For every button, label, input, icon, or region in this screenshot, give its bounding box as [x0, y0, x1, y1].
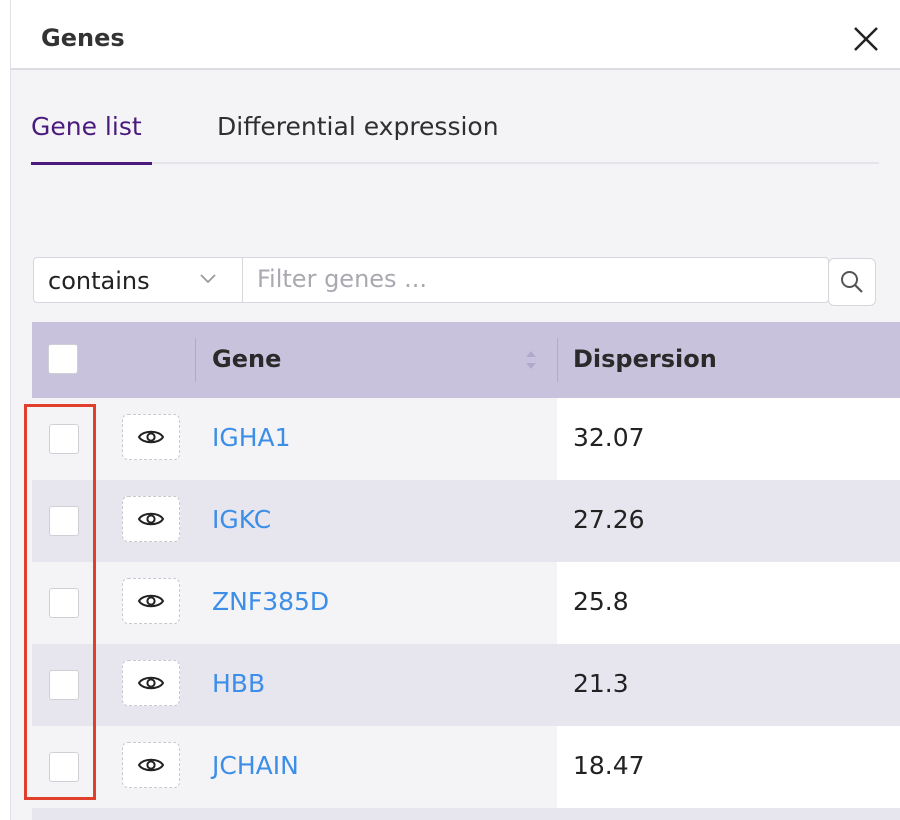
table-row-partial	[32, 808, 900, 820]
column-divider	[557, 338, 558, 382]
view-gene-button[interactable]	[122, 660, 180, 706]
gene-name-link[interactable]: IGKC	[212, 505, 271, 534]
dispersion-value: 25.8	[573, 587, 629, 616]
search-icon	[841, 271, 863, 293]
dispersion-value: 21.3	[573, 669, 629, 698]
gene-filter-input[interactable]	[243, 258, 825, 300]
gene-name-link[interactable]: ZNF385D	[212, 587, 329, 616]
filter-mode-select[interactable]: contains	[34, 258, 243, 302]
table-row: IGKC 27.26	[32, 480, 900, 562]
dispersion-value: 32.07	[573, 423, 645, 452]
panel-header: Genes	[11, 0, 900, 70]
column-header-gene[interactable]: Gene	[212, 345, 281, 373]
column-header-dispersion[interactable]: Dispersion	[573, 345, 717, 373]
close-icon	[854, 27, 878, 51]
view-gene-button[interactable]	[122, 742, 180, 788]
gene-name-link[interactable]: IGHA1	[212, 423, 291, 452]
sort-icon[interactable]	[524, 345, 538, 375]
view-gene-button[interactable]	[122, 578, 180, 624]
table-row: IGHA1 32.07	[32, 398, 900, 480]
view-gene-button[interactable]	[122, 496, 180, 542]
dispersion-value: 18.47	[573, 751, 645, 780]
genes-panel: Genes Gene list Differential expression …	[10, 0, 900, 820]
select-all-checkbox[interactable]	[48, 344, 78, 374]
row-background	[32, 808, 900, 820]
eye-icon	[137, 594, 165, 608]
chevron-down-icon	[200, 274, 216, 284]
table-row: HBB 21.3	[32, 644, 900, 726]
tab-gene-list[interactable]: Gene list	[31, 112, 152, 165]
gene-name-link[interactable]: JCHAIN	[212, 751, 299, 780]
eye-icon	[137, 430, 165, 444]
dispersion-value: 27.26	[573, 505, 645, 534]
checkbox-column-highlight	[24, 404, 96, 800]
search-button[interactable]	[828, 258, 876, 306]
filter-mode-value: contains	[48, 267, 150, 295]
table-row: ZNF385D 25.8	[32, 562, 900, 644]
eye-icon	[137, 676, 165, 690]
eye-icon	[137, 512, 165, 526]
panel-title: Genes	[41, 24, 125, 52]
view-gene-button[interactable]	[122, 414, 180, 460]
gene-table: Gene Dispersion IGHA1 32.07 IGKC 27.26 Z…	[32, 322, 900, 820]
column-divider	[195, 338, 196, 382]
tab-bar: Gene list Differential expression	[31, 100, 879, 165]
gene-filter-bar: contains	[33, 257, 829, 303]
eye-icon	[137, 758, 165, 772]
gene-name-link[interactable]: HBB	[212, 669, 265, 698]
table-header: Gene Dispersion	[32, 322, 900, 398]
table-row: JCHAIN 18.47	[32, 726, 900, 808]
close-button[interactable]	[849, 22, 883, 56]
tab-differential-expression[interactable]: Differential expression	[217, 112, 499, 162]
